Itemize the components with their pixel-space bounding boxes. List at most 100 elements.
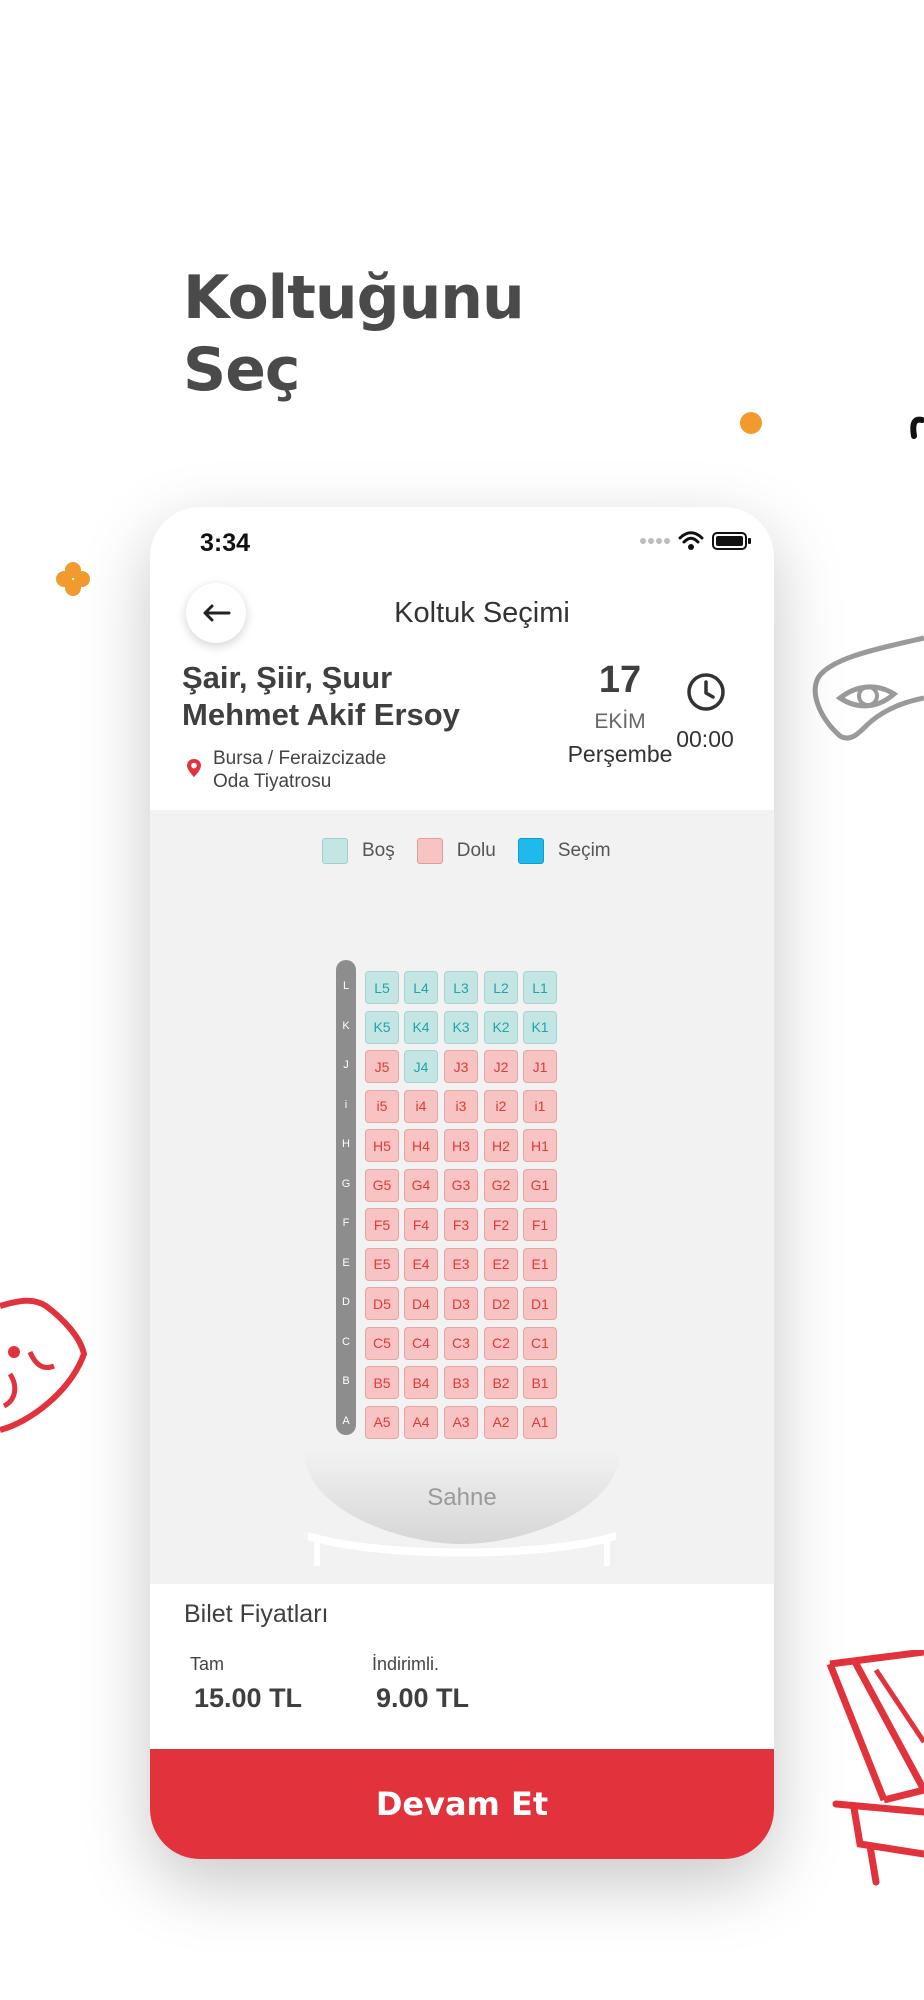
seat-k1[interactable]: K1 [523,1010,557,1044]
legend-item-selected: Seçim [517,838,611,864]
wifi-icon [678,531,704,550]
seat-e5[interactable]: E5 [365,1247,399,1281]
seat-j1[interactable]: J1 [523,1050,557,1083]
status-time: 3:34 [200,529,251,557]
seat-a1[interactable]: A1 [523,1405,557,1439]
row-label-f: F [342,1217,350,1229]
seat-g3[interactable]: G3 [444,1168,478,1202]
seat-a5[interactable]: A5 [365,1405,399,1439]
event-title: Şair, Şiir, Şuur Mehmet Akif Ersoy [182,659,460,733]
location-line-2: Oda Tiyatrosu [213,771,332,792]
seat-l4[interactable]: L4 [404,971,438,1004]
legend-item-free: Boş [322,838,395,864]
seat-d3[interactable]: D3 [444,1287,478,1320]
clock-icon [687,673,725,711]
seat-h2[interactable]: H2 [484,1129,518,1162]
headline-line-2: Seç [183,335,300,405]
seat-i4[interactable]: i4 [404,1089,438,1123]
seat-j5[interactable]: J5 [365,1050,399,1083]
seat-f3[interactable]: F3 [444,1208,478,1241]
seat-a4[interactable]: A4 [404,1405,438,1439]
seat-b3[interactable]: B3 [444,1366,478,1399]
seat-b5[interactable]: B5 [365,1366,399,1399]
seat-b4[interactable]: B4 [404,1366,438,1399]
seat-l3[interactable]: L3 [444,971,478,1004]
price-label-discount: İndirimli. [372,1654,440,1674]
seat-k5[interactable]: K5 [365,1010,399,1044]
theater-mask-decoration [0,1297,88,1433]
seat-g5[interactable]: G5 [365,1168,399,1202]
continue-button[interactable]: Devam Et [150,1749,774,1859]
status-bar: 3:34 [150,507,774,567]
location-line-1: Bursa / Feraizcizade [213,748,387,769]
seat-b1[interactable]: B1 [523,1366,557,1399]
seat-e3[interactable]: E3 [444,1247,478,1281]
seat-d2[interactable]: D2 [484,1287,518,1320]
mask-outline-decoration [812,635,924,741]
seat-h3[interactable]: H3 [444,1129,478,1162]
seat-c2[interactable]: C2 [484,1326,518,1360]
seat-d5[interactable]: D5 [365,1287,399,1320]
seat-a3[interactable]: A3 [444,1405,478,1439]
seat-i2[interactable]: i2 [484,1089,518,1123]
legend-label-selected: Seçim [557,840,611,861]
seat-f1[interactable]: F1 [523,1208,557,1241]
phone-mockup: 3:34 Koltuk Seçimi Şair, Şiir, Şuur Mehm… [150,507,774,1859]
price-label-full: Tam [190,1654,225,1674]
seat-k2[interactable]: K2 [484,1010,518,1044]
seat-h1[interactable]: H1 [523,1129,557,1162]
seat-k3[interactable]: K3 [444,1010,478,1044]
seat-e4[interactable]: E4 [404,1247,438,1281]
row-label-e: E [342,1256,350,1269]
legend-label-free: Boş [362,840,395,861]
row-label-i: i [344,1098,348,1111]
seat-g4[interactable]: G4 [404,1168,438,1202]
seat-e2[interactable]: E2 [484,1247,518,1281]
seat-g1[interactable]: G1 [523,1168,557,1202]
location-pin-icon [187,759,201,777]
seat-map: Boş Dolu Seçim L L5 L4 L3 L2 L1 K K5 K4 K3 K2 K1 J J5… [150,810,774,1585]
seat-j3[interactable]: J3 [444,1050,478,1083]
seat-d4[interactable]: D4 [404,1287,438,1320]
row-label-b: B [342,1375,350,1387]
seat-a2[interactable]: A2 [484,1405,518,1439]
dark-curl-decoration [910,416,924,439]
seat-i1[interactable]: i1 [523,1089,557,1123]
seat-h4[interactable]: H4 [404,1129,438,1162]
price-value-full: 15.00 TL [194,1683,303,1713]
legend-label-taken: Dolu [456,840,496,861]
seat-i3[interactable]: i3 [444,1089,478,1123]
seat-l5[interactable]: L5 [365,971,399,1004]
seat-c5[interactable]: C5 [365,1326,399,1360]
signal-dots-icon [640,538,670,544]
seat-j2[interactable]: J2 [484,1050,518,1083]
legend-swatch-selected [517,838,544,864]
seat-c3[interactable]: C3 [444,1326,478,1360]
event-title-line-1: Şair, Şiir, Şuur [182,660,393,695]
seat-g2[interactable]: G2 [484,1168,518,1202]
seat-e1[interactable]: E1 [523,1247,557,1281]
row-label-g: G [341,1177,351,1190]
seat-h5[interactable]: H5 [365,1129,399,1162]
seat-i5[interactable]: i5 [365,1089,399,1123]
red-chair-decoration [826,1650,924,1886]
seat-k4[interactable]: K4 [404,1010,438,1044]
row-label-k: K [342,1019,350,1032]
seat-c4[interactable]: C4 [404,1326,438,1360]
ticket-prices: Bilet Fiyatları Tam 15.00 TL İndirimli. … [150,1584,774,1749]
row-label-h: H [342,1138,350,1150]
event-title-line-2: Mehmet Akif Ersoy [182,697,460,732]
seat-f2[interactable]: F2 [484,1208,518,1241]
seat-d1[interactable]: D1 [523,1287,557,1320]
seat-c1[interactable]: C1 [523,1326,557,1360]
legend-swatch-taken [416,838,443,864]
nav-bar: Koltuk Seçimi [150,567,774,643]
seat-f5[interactable]: F5 [365,1208,399,1241]
seat-b2[interactable]: B2 [484,1366,518,1399]
seat-f4[interactable]: F4 [404,1208,438,1241]
seat-l1[interactable]: L1 [523,971,557,1004]
seat-l2[interactable]: L2 [484,971,518,1004]
orange-dot-decoration [740,412,762,434]
page-headline: Koltuğunu Seç [183,262,525,406]
seat-j4[interactable]: J4 [404,1050,438,1083]
